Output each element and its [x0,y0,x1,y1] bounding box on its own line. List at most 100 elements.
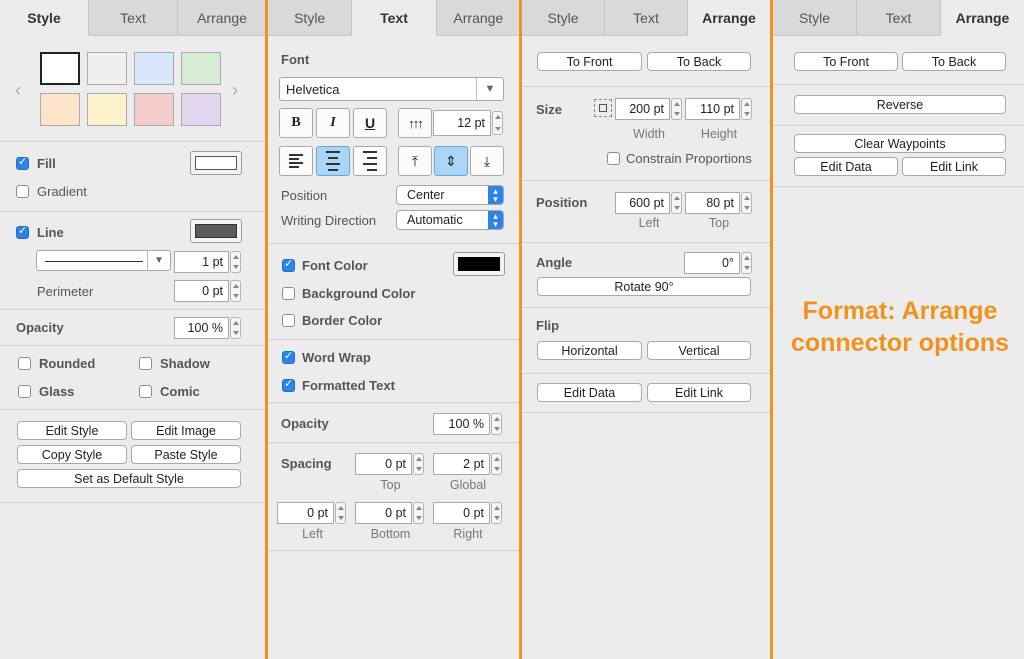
color-swatch[interactable] [87,93,127,126]
gradient-checkbox[interactable] [16,185,29,198]
opacity-stepper[interactable] [491,413,502,435]
spacing-bottom-field[interactable]: 0 pt [355,502,412,524]
spacing-right-stepper[interactable] [491,502,502,524]
color-swatch[interactable] [134,93,174,126]
line-color-well[interactable] [190,219,242,243]
angle-field[interactable]: 0° [684,252,740,274]
swatch-prev-icon[interactable]: ‹ [15,80,21,101]
font-color-checkbox[interactable] [282,257,295,272]
to-back-button[interactable]: To Back [647,52,751,71]
spacing-right-field[interactable]: 0 pt [433,502,490,524]
spacing-top-stepper[interactable] [413,453,424,475]
align-center-button[interactable] [316,146,350,176]
tab-style[interactable]: Style [522,0,605,35]
clear-waypoints-button[interactable]: Clear Waypoints [794,134,1006,153]
spacing-left-stepper[interactable] [335,502,346,524]
line-style-select[interactable]: ▼ [36,250,171,271]
shadow-checkbox[interactable] [139,357,152,370]
text-scale-button[interactable]: ↑↑↑ [398,108,432,138]
color-swatch[interactable] [40,52,80,85]
tab-style[interactable]: Style [0,0,89,36]
writing-direction-select[interactable]: Automatic ▴ ▾ [396,210,504,230]
background-color-checkbox[interactable] [282,287,295,300]
color-swatch[interactable] [181,52,221,85]
line-checkbox[interactable] [16,224,29,239]
underline-button[interactable]: U [353,108,387,138]
tab-text[interactable]: Text [89,0,178,35]
copy-style-button[interactable]: Copy Style [17,445,127,464]
height-field[interactable]: 110 pt [685,98,740,120]
spacing-bottom-stepper[interactable] [413,502,424,524]
left-stepper[interactable] [671,192,682,214]
top-field[interactable]: 80 pt [685,192,740,214]
tab-arrange[interactable]: Arrange [178,0,266,35]
text-position-select[interactable]: Center ▴ ▾ [396,185,504,205]
edit-link-button[interactable]: Edit Link [647,383,751,402]
font-size-field[interactable]: 12 pt [433,110,491,136]
edit-style-button[interactable]: Edit Style [17,421,127,440]
font-size-stepper[interactable] [492,111,503,135]
font-color-well[interactable] [453,252,505,276]
edit-data-button[interactable]: Edit Data [794,157,898,176]
tab-style[interactable]: Style [268,0,353,35]
to-front-button[interactable]: To Front [537,52,642,71]
glass-checkbox[interactable] [18,385,31,398]
edit-link-button[interactable]: Edit Link [902,157,1006,176]
autosize-icon[interactable] [594,99,612,117]
tab-arrange[interactable]: Arrange [941,0,1024,36]
tab-style[interactable]: Style [773,0,857,35]
swatch-next-icon[interactable]: › [232,80,238,101]
fill-color-well[interactable] [190,151,242,175]
valign-middle-button[interactable]: ⇕ [434,146,468,176]
align-left-button[interactable] [279,146,313,176]
spacing-top-field[interactable]: 0 pt [355,453,412,475]
top-stepper[interactable] [741,192,752,214]
align-right-button[interactable] [353,146,387,176]
left-field[interactable]: 600 pt [615,192,670,214]
edit-image-button[interactable]: Edit Image [131,421,241,440]
color-swatch[interactable] [40,93,80,126]
flip-vertical-button[interactable]: Vertical [647,341,751,360]
tab-text[interactable]: Text [605,0,688,35]
tab-text[interactable]: Text [352,0,437,36]
rounded-checkbox[interactable] [18,357,31,370]
opacity-field[interactable]: 100 % [433,413,490,435]
opacity-field[interactable]: 100 % [174,317,229,339]
border-color-checkbox[interactable] [282,314,295,327]
line-width-stepper[interactable] [230,251,241,273]
rotate-90-button[interactable]: Rotate 90° [537,277,751,296]
angle-stepper[interactable] [741,252,752,274]
tab-arrange[interactable]: Arrange [688,0,770,36]
valign-top-button[interactable]: ⤒ [398,146,432,176]
font-family-select[interactable]: Helvetica ▼ [279,77,504,101]
flip-horizontal-button[interactable]: Horizontal [537,341,642,360]
spacing-left-field[interactable]: 0 pt [277,502,334,524]
formatted-text-checkbox[interactable] [282,377,295,392]
to-front-button[interactable]: To Front [794,52,898,71]
tab-text[interactable]: Text [857,0,941,35]
fill-checkbox[interactable] [16,155,29,170]
reverse-button[interactable]: Reverse [794,95,1006,114]
set-default-style-button[interactable]: Set as Default Style [17,469,241,488]
valign-bottom-button[interactable]: ⤓ [470,146,504,176]
color-swatch[interactable] [87,52,127,85]
color-swatch[interactable] [134,52,174,85]
paste-style-button[interactable]: Paste Style [131,445,241,464]
perimeter-field[interactable]: 0 pt [174,280,229,302]
edit-data-button[interactable]: Edit Data [537,383,642,402]
comic-checkbox[interactable] [139,385,152,398]
height-stepper[interactable] [741,98,752,120]
width-stepper[interactable] [671,98,682,120]
opacity-stepper[interactable] [230,317,241,339]
perimeter-stepper[interactable] [230,280,241,302]
word-wrap-checkbox[interactable] [282,349,295,364]
constrain-proportions-checkbox[interactable] [607,152,620,165]
width-field[interactable]: 200 pt [615,98,670,120]
spacing-global-field[interactable]: 2 pt [433,453,490,475]
spacing-global-stepper[interactable] [491,453,502,475]
to-back-button[interactable]: To Back [902,52,1006,71]
bold-button[interactable]: B [279,108,313,138]
line-width-field[interactable]: 1 pt [174,251,229,273]
italic-button[interactable]: I [316,108,350,138]
tab-arrange[interactable]: Arrange [436,0,520,35]
